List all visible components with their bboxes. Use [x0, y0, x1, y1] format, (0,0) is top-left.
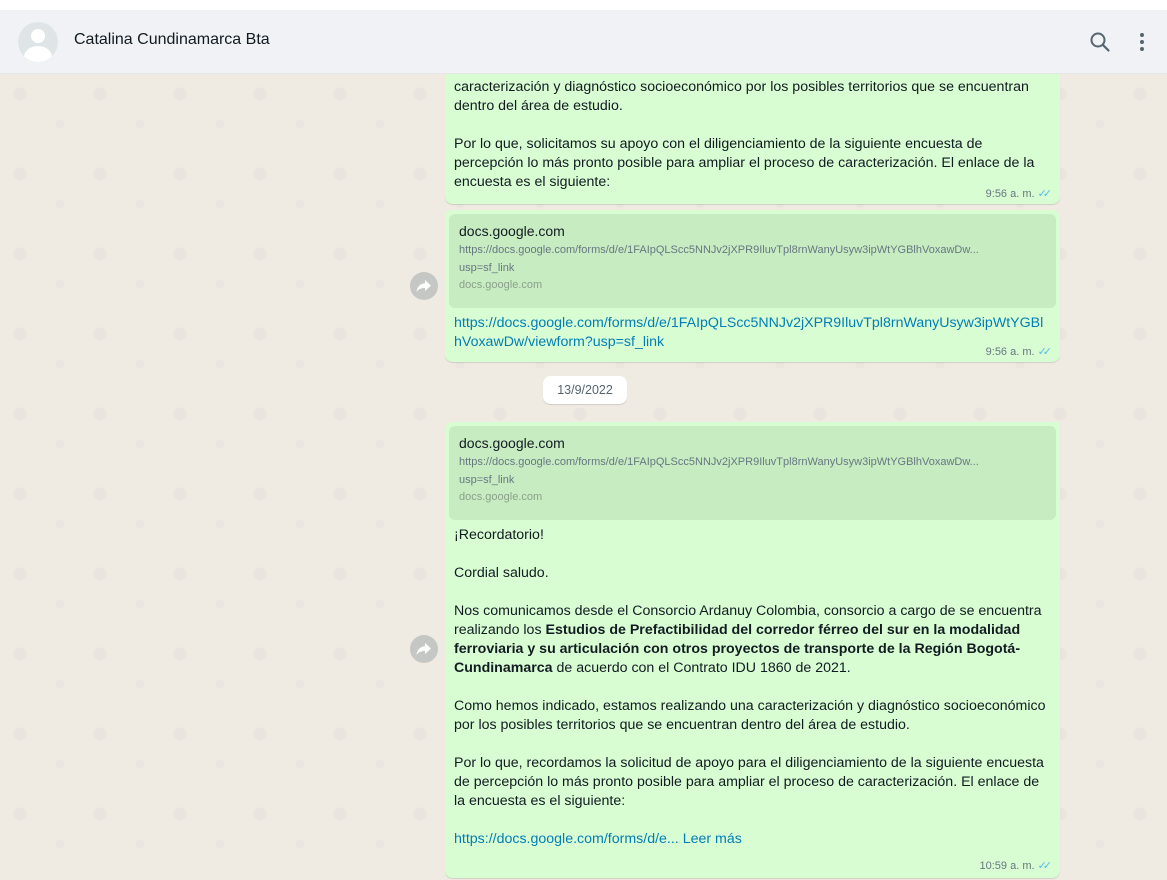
- message-bubble[interactable]: docs.google.com https://docs.google.com/…: [445, 422, 1060, 878]
- message-bubble[interactable]: caracterización y diagnóstico socioeconó…: [445, 74, 1060, 204]
- time-label: 10:59 a. m.: [979, 860, 1035, 872]
- message-text: Por lo que, recordamos la solicitud de a…: [454, 755, 1044, 809]
- message-time: 10:59 a. m. ✓✓: [979, 859, 1053, 872]
- message-text: Como hemos indicado, estamos realizando …: [454, 698, 1046, 733]
- time-label: 9:56 a. m.: [985, 188, 1035, 200]
- top-margin: [0, 0, 1167, 10]
- chat-header: Catalina Cundinamarca Bta: [0, 10, 1167, 74]
- link-preview[interactable]: docs.google.com https://docs.google.com/…: [449, 214, 1056, 308]
- search-icon[interactable]: [1088, 30, 1112, 54]
- message-text: Nos comunicamos desde el Consorcio Ardan…: [454, 602, 1051, 678]
- message-bubble[interactable]: docs.google.com https://docs.google.com/…: [445, 210, 1060, 362]
- message-body: ¡Recordatorio! Cordial saludo. Nos comun…: [449, 520, 1056, 849]
- message-text: Cordial saludo.: [454, 565, 549, 581]
- avatar-default-icon: [31, 29, 45, 43]
- double-check-icon: ✓✓: [1037, 860, 1053, 872]
- preview-url: https://docs.google.com/forms/d/e/1FAIpQ…: [459, 244, 979, 256]
- time-label: 9:56 a. m.: [985, 346, 1035, 358]
- message-text: ¡Recordatorio!: [454, 527, 544, 543]
- preview-domain: docs.google.com: [459, 223, 565, 239]
- forward-icon[interactable]: [410, 272, 438, 300]
- message-time: 9:56 a. m. ✓✓: [985, 345, 1053, 358]
- forward-arrow: [416, 643, 431, 655]
- link-container: https://docs.google.com/forms/d/e/1FAIpQ…: [449, 308, 1056, 352]
- preview-site: docs.google.com: [459, 279, 543, 291]
- message-text: caracterización y diagnóstico socioeconó…: [454, 79, 1029, 114]
- text-span: de acuerdo con el Contrato IDU 1860 de 2…: [552, 660, 851, 676]
- message-link[interactable]: https://docs.google.com/forms/d/e...: [454, 831, 679, 847]
- preview-url: usp=sf_link: [459, 474, 515, 486]
- date-separator: 13/9/2022: [543, 376, 627, 404]
- preview-url: usp=sf_link: [459, 262, 515, 274]
- double-check-icon: ✓✓: [1037, 346, 1053, 358]
- message-link[interactable]: https://docs.google.com/forms/d/e/1FAIpQ…: [454, 315, 1043, 350]
- preview-domain: docs.google.com: [459, 435, 565, 451]
- chat-area: caracterización y diagnóstico socioeconó…: [0, 74, 1167, 880]
- menu-icon[interactable]: [1130, 30, 1154, 54]
- link-preview[interactable]: docs.google.com https://docs.google.com/…: [449, 426, 1056, 520]
- forward-arrow: [416, 280, 431, 292]
- avatar[interactable]: [18, 22, 58, 62]
- double-check-icon: ✓✓: [1037, 188, 1053, 200]
- forward-icon[interactable]: [410, 635, 438, 663]
- read-more-link[interactable]: Leer más: [683, 831, 742, 847]
- message-text: Por lo que, solicitamos su apoyo con el …: [454, 136, 1035, 190]
- message-link-line: https://docs.google.com/forms/d/e... Lee…: [454, 830, 1051, 849]
- message-time: 9:56 a. m. ✓✓: [985, 187, 1053, 200]
- preview-site: docs.google.com: [459, 491, 543, 503]
- contact-name[interactable]: Catalina Cundinamarca Bta: [74, 31, 270, 49]
- avatar-body: [24, 46, 52, 62]
- preview-url: https://docs.google.com/forms/d/e/1FAIpQ…: [459, 456, 979, 468]
